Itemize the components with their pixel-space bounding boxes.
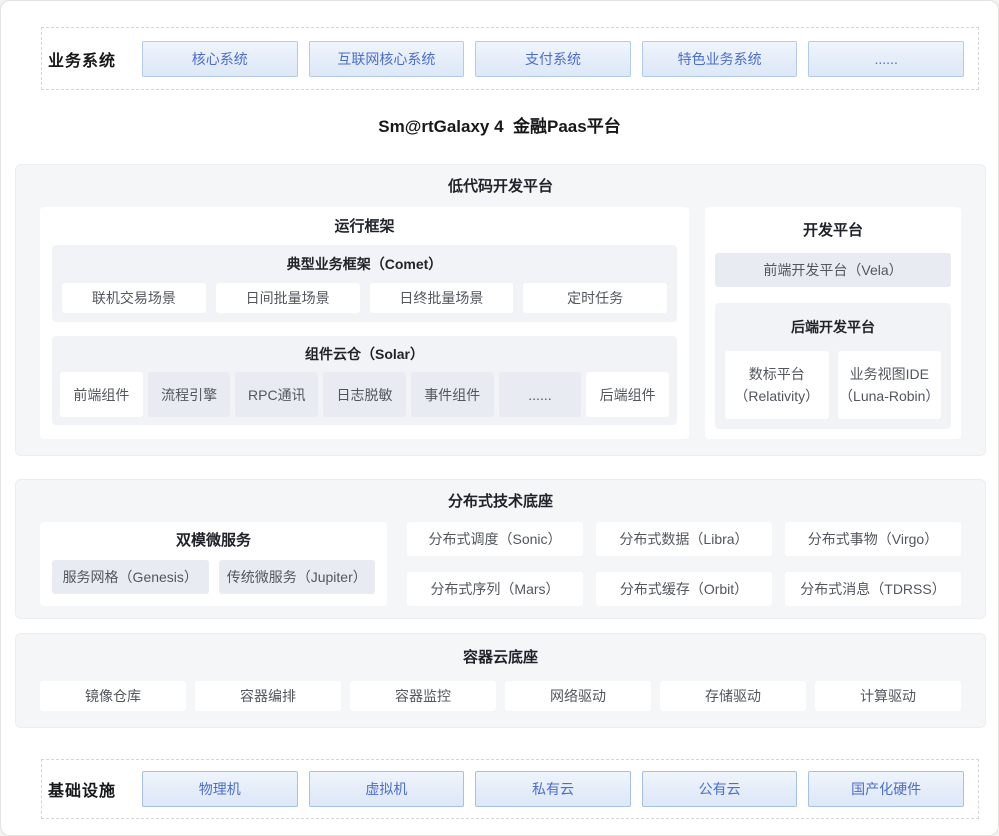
tile-distributed-data-libra: 分布式数据（Libra） [596,522,772,556]
tile-distributed-scheduling-sonic: 分布式调度（Sonic） [407,522,583,556]
pill-domestic-hardware: 国产化硬件 [808,771,964,807]
container-cloud-tiles: 镜像仓库 容器编排 容器监控 网络驱动 存储驱动 计算驱动 [40,681,961,711]
tile-distributed-cache-orbit: 分布式缓存（Orbit） [596,572,772,606]
solar-tiles: 前端组件 流程引擎 RPC通讯 日志脱敏 事件组件 ...... 后端组件 [60,372,669,417]
pill-virtual-machine: 虚拟机 [309,771,465,807]
tile-frontend-dev-platform-vela: 前端开发平台（Vela） [715,253,951,287]
pill-physical-machine: 物理机 [142,771,298,807]
business-systems-list: 核心系统 互联网核心系统 支付系统 特色业务系统 ...... [142,41,964,77]
business-systems-row: 业务系统 核心系统 互联网核心系统 支付系统 特色业务系统 ...... [41,27,979,90]
tile-endofday-batch: 日终批量场景 [370,283,514,313]
page-title: Sm@rtGalaxy 4 金融Paas平台 [1,90,998,164]
architecture-diagram: 业务系统 核心系统 互联网核心系统 支付系统 特色业务系统 ...... Sm@… [0,0,999,836]
pill-special-business-system: 特色业务系统 [642,41,798,77]
tile-more-components: ...... [499,372,582,417]
tile-storage-driver: 存储驱动 [660,681,806,711]
comet-tiles: 联机交易场景 日间批量场景 日终批量场景 定时任务 [62,283,667,313]
comet-title: 典型业务框架（Comet） [62,254,667,274]
distributed-body: 双模微服务 服务网格（Genesis） 传统微服务（Jupiter） 分布式调度… [40,522,961,606]
distributed-title: 分布式技术底座 [40,492,961,512]
panel-runtime-framework: 运行框架 典型业务框架（Comet） 联机交易场景 日间批量场景 日终批量场景 … [40,207,689,439]
tile-service-mesh-genesis: 服务网格（Genesis） [52,560,209,594]
tile-intraday-batch: 日间批量场景 [216,283,360,313]
tile-data-standard-platform-relativity: 数标平台 （Relativity） [725,351,829,419]
dual-mode-tiles: 服务网格（Genesis） 传统微服务（Jupiter） [52,560,375,594]
tile-network-driver: 网络驱动 [505,681,651,711]
tile-frontend-component: 前端组件 [60,372,143,417]
panel-solar-components: 组件云仓（Solar） 前端组件 流程引擎 RPC通讯 日志脱敏 事件组件 ..… [52,336,677,425]
dev-platform-title: 开发平台 [715,221,951,241]
tile-log-masking: 日志脱敏 [323,372,406,417]
tile-distributed-message-tdrss: 分布式消息（TDRSS） [785,572,961,606]
tile-process-engine: 流程引擎 [148,372,231,417]
tile-image-registry: 镜像仓库 [40,681,186,711]
tile-rpc-communication: RPC通讯 [235,372,318,417]
infrastructure-label: 基础设施 [48,777,142,801]
panel-backend-dev-platform: 后端开发平台 数标平台 （Relativity） 业务视图IDE （Luna-R… [715,303,951,429]
backend-dev-tiles: 数标平台 （Relativity） 业务视图IDE （Luna-Robin） [725,351,941,419]
infrastructure-list: 物理机 虚拟机 私有云 公有云 国产化硬件 [142,771,964,807]
pill-private-cloud: 私有云 [475,771,631,807]
tile-line2: （Luna-Robin） [839,385,939,407]
pill-payment-system: 支付系统 [475,41,631,77]
business-systems-label: 业务系统 [48,47,142,71]
tile-compute-driver: 计算驱动 [815,681,961,711]
infrastructure-row: 基础设施 物理机 虚拟机 私有云 公有云 国产化硬件 [41,759,979,819]
backend-dev-platform-title: 后端开发平台 [725,317,941,337]
tile-distributed-transaction-virgo: 分布式事物（Virgo） [785,522,961,556]
solar-title: 组件云仓（Solar） [60,344,669,364]
low-code-body: 运行框架 典型业务框架（Comet） 联机交易场景 日间批量场景 日终批量场景 … [40,207,961,439]
tile-business-view-ide-luna-robin: 业务视图IDE （Luna-Robin） [838,351,942,419]
tile-line1: 业务视图IDE [850,363,929,385]
pill-public-cloud: 公有云 [642,771,798,807]
panel-dual-mode-microservices: 双模微服务 服务网格（Genesis） 传统微服务（Jupiter） [40,522,387,606]
panel-comet-framework: 典型业务框架（Comet） 联机交易场景 日间批量场景 日终批量场景 定时任务 [52,245,677,322]
tile-scheduled-task: 定时任务 [523,283,667,313]
tile-event-component: 事件组件 [411,372,494,417]
dual-mode-title: 双模微服务 [52,531,375,551]
section-container-cloud-base: 容器云底座 镜像仓库 容器编排 容器监控 网络驱动 存储驱动 计算驱动 [15,633,986,728]
tile-online-transaction: 联机交易场景 [62,283,206,313]
low-code-title: 低代码开发平台 [40,177,961,197]
tile-container-orchestration: 容器编排 [195,681,341,711]
tile-traditional-microservice-jupiter: 传统微服务（Jupiter） [219,560,376,594]
runtime-framework-title: 运行框架 [52,217,677,237]
section-low-code-platform: 低代码开发平台 运行框架 典型业务框架（Comet） 联机交易场景 日间批量场景… [15,164,986,456]
pill-more-systems: ...... [808,41,964,77]
container-cloud-title: 容器云底座 [40,648,961,668]
pill-core-system: 核心系统 [142,41,298,77]
panel-dev-platform: 开发平台 前端开发平台（Vela） 后端开发平台 数标平台 （Relativit… [705,207,961,439]
tile-line2: （Relativity） [734,385,819,407]
tile-line1: 数标平台 [749,363,805,385]
distributed-grid: 分布式调度（Sonic） 分布式数据（Libra） 分布式事物（Virgo） 分… [407,522,961,606]
tile-container-monitoring: 容器监控 [350,681,496,711]
pill-internet-core-system: 互联网核心系统 [309,41,465,77]
tile-distributed-sequence-mars: 分布式序列（Mars） [407,572,583,606]
section-distributed-base: 分布式技术底座 双模微服务 服务网格（Genesis） 传统微服务（Jupite… [15,479,986,619]
tile-backend-component: 后端组件 [586,372,669,417]
